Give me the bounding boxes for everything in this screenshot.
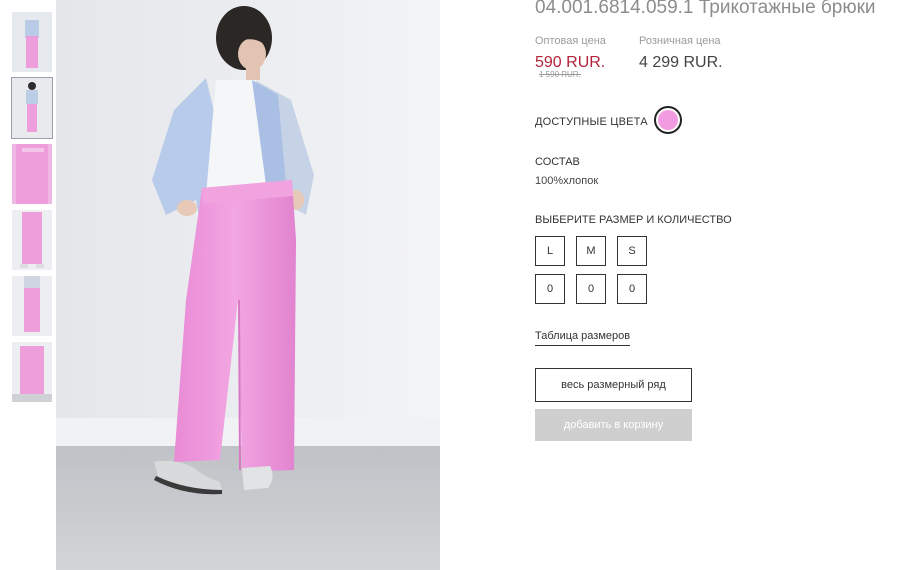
thumbnail-3[interactable] (12, 144, 52, 204)
add-to-cart-button[interactable]: добавить в корзину (535, 409, 692, 441)
thumbnail-image (12, 210, 52, 270)
wholesale-price-label: Оптовая цена (535, 35, 606, 47)
thumbnail-6[interactable] (12, 342, 52, 402)
product-title: 04.001.6814.059.1 Трикотажные брюки (535, 0, 876, 18)
product-image (56, 0, 440, 570)
composition-label: СОСТАВ (535, 156, 580, 168)
thumbnail-5[interactable] (12, 276, 52, 336)
product-photo (56, 0, 440, 570)
retail-price-label: Розничная цена (639, 35, 721, 47)
thumbnail-image (12, 12, 52, 72)
thumbnail-1[interactable] (12, 12, 52, 72)
size-m-box: M (576, 236, 606, 266)
color-swatch-fill (658, 110, 678, 130)
size-table-link[interactable]: Таблица размеров (535, 330, 631, 346)
retail-price: 4 299 RUR. (639, 54, 723, 71)
thumbnail-image (12, 276, 52, 336)
thumbnail-4[interactable] (12, 210, 52, 270)
size-quantity-label: ВЫБЕРИТЕ РАЗМЕР И КОЛИЧЕСТВО (535, 214, 732, 226)
thumbnail-image (12, 78, 52, 138)
size-s-box: S (617, 236, 647, 266)
color-swatch-pink[interactable] (654, 106, 682, 134)
thumbnail-image (12, 144, 52, 204)
qty-input-l[interactable] (535, 274, 565, 304)
qty-input-s[interactable] (617, 274, 647, 304)
thumbnail-strip (11, 12, 53, 408)
composition-value: 100%хлопок (535, 175, 599, 187)
thumbnail-image (12, 342, 52, 402)
full-size-range-button[interactable]: весь размерный ряд (535, 368, 692, 402)
thumbnail-2[interactable] (11, 77, 53, 139)
available-colors-label: ДОСТУПНЫЕ ЦВЕТА (535, 116, 648, 128)
old-wholesale-price: 1 590 RUR. (539, 70, 581, 79)
qty-input-m[interactable] (576, 274, 606, 304)
size-l-box: L (535, 236, 565, 266)
